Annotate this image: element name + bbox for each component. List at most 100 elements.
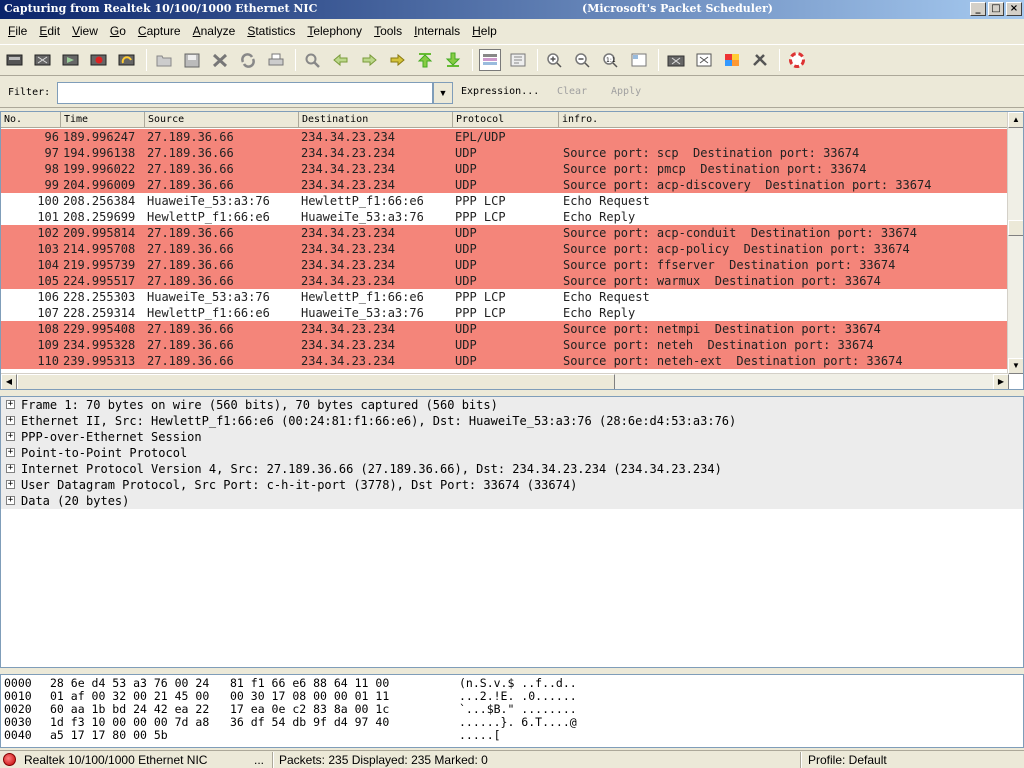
- zoom-in-icon[interactable]: [544, 49, 566, 71]
- detail-row-frame[interactable]: + Frame 1: 70 bytes on wire (560 bits), 7…: [1, 397, 1023, 413]
- packet-cell-no: 105: [37, 274, 59, 288]
- colorize-icon[interactable]: [479, 49, 501, 71]
- save-file-icon[interactable]: [181, 49, 203, 71]
- packet-list-vscrollbar[interactable]: ▲ ▼: [1007, 112, 1023, 374]
- packet-row[interactable]: 109 234.995328 27.189.36.66 234.34.23.234 UD…: [1, 337, 1009, 353]
- scroll-left-button[interactable]: ◀: [1, 374, 17, 389]
- close-file-icon[interactable]: [209, 49, 231, 71]
- column-header-destination[interactable]: Destination: [299, 112, 453, 128]
- expand-icon[interactable]: +: [6, 480, 15, 489]
- capture-status-icon[interactable]: [3, 753, 16, 766]
- expand-icon[interactable]: +: [6, 448, 15, 457]
- filter-dropdown-button[interactable]: ▼: [433, 82, 453, 104]
- detail-row-pppoe[interactable]: + PPP-over-Ethernet Session: [1, 429, 1023, 445]
- preferences-icon[interactable]: [749, 49, 771, 71]
- packet-row[interactable]: 98 199.996022 27.189.36.66 234.34.23.234 UDP…: [1, 161, 1009, 177]
- packet-row[interactable]: 103 214.995708 27.189.36.66 234.34.23.234 UD…: [1, 241, 1009, 257]
- go-forward-icon[interactable]: [358, 49, 380, 71]
- capture-filters-icon[interactable]: [665, 49, 687, 71]
- packet-row[interactable]: 97 194.996138 27.189.36.66 234.34.23.234 UDP…: [1, 145, 1009, 161]
- packet-row[interactable]: 105 224.995517 27.189.36.66 234.34.23.234 UD…: [1, 273, 1009, 289]
- column-header-protocol[interactable]: Protocol: [453, 112, 559, 128]
- apply-button[interactable]: Apply: [611, 86, 641, 97]
- status-ellipsis[interactable]: ...: [254, 753, 264, 767]
- scroll-down-button[interactable]: ▼: [1008, 358, 1023, 374]
- packet-row[interactable]: 99 204.996009 27.189.36.66 234.34.23.234 UDP…: [1, 177, 1009, 193]
- go-to-packet-icon[interactable]: [386, 49, 408, 71]
- packet-row[interactable]: 96 189.996247 27.189.36.66 234.34.23.234 EPL…: [1, 129, 1009, 145]
- reload-icon[interactable]: [237, 49, 259, 71]
- go-back-icon[interactable]: [330, 49, 352, 71]
- stop-capture-icon[interactable]: [88, 49, 110, 71]
- zoom-out-icon[interactable]: [572, 49, 594, 71]
- scroll-right-button[interactable]: ▶: [993, 374, 1009, 389]
- packet-list-hscrollbar[interactable]: ◀ ▶: [1, 373, 1009, 389]
- menu-statistics[interactable]: Statistics: [241, 24, 301, 38]
- menu-view[interactable]: View: [66, 24, 104, 38]
- packet-row[interactable]: 107 228.259314 HewlettP_f1:66:e6 HuaweiTe_5…: [1, 305, 1009, 321]
- minimize-button[interactable]: _: [970, 2, 986, 16]
- expand-icon[interactable]: +: [6, 400, 15, 409]
- column-header-time[interactable]: Time: [61, 112, 145, 128]
- expand-icon[interactable]: +: [6, 432, 15, 441]
- packet-cell-no: 98: [44, 162, 59, 176]
- scroll-up-button[interactable]: ▲: [1008, 112, 1023, 128]
- menu-edit[interactable]: Edit: [33, 24, 66, 38]
- display-filters-icon[interactable]: [693, 49, 715, 71]
- maximize-button[interactable]: □: [988, 2, 1004, 16]
- menu-help[interactable]: Help: [466, 24, 503, 38]
- column-header-source[interactable]: Source: [145, 112, 299, 128]
- menu-internals[interactable]: Internals: [408, 24, 466, 38]
- normal-size-icon[interactable]: 1:1: [600, 49, 622, 71]
- interface-list-icon[interactable]: [4, 49, 26, 71]
- hscroll-thumb[interactable]: [17, 374, 615, 389]
- packet-cell-time: 224.995517: [63, 274, 136, 288]
- expand-icon[interactable]: +: [6, 464, 15, 473]
- packet-row[interactable]: 102 209.995814 27.189.36.66 234.34.23.234 UD…: [1, 225, 1009, 241]
- restart-capture-icon[interactable]: [116, 49, 138, 71]
- detail-row-ipv4[interactable]: + Internet Protocol Version 4, Src: 27.18…: [1, 461, 1023, 477]
- coloring-rules-icon[interactable]: [721, 49, 743, 71]
- hex-dump[interactable]: 0000 28 6e d4 53 a3 76 00 24 81 f1 66 e6 …: [0, 674, 1024, 748]
- detail-row-udp[interactable]: + User Datagram Protocol, Src Port: c-h-i…: [1, 477, 1023, 493]
- filter-input[interactable]: [57, 82, 433, 104]
- clear-button[interactable]: Clear: [557, 86, 587, 97]
- packet-row[interactable]: 100 208.256384 HuaweiTe_53:a3:76 HewlettP_f…: [1, 193, 1009, 209]
- status-profile[interactable]: Profile: Default: [808, 753, 887, 767]
- detail-row-ppp[interactable]: + Point-to-Point Protocol: [1, 445, 1023, 461]
- close-button[interactable]: ×: [1006, 2, 1022, 16]
- packet-row[interactable]: 104 219.995739 27.189.36.66 234.34.23.234 UD…: [1, 257, 1009, 273]
- help-icon[interactable]: [786, 49, 808, 71]
- go-last-icon[interactable]: [442, 49, 464, 71]
- expression-button[interactable]: Expression...: [461, 86, 539, 97]
- packet-cell-dst: 234.34.23.234: [301, 258, 395, 272]
- column-header-info[interactable]: infro.: [559, 112, 1009, 128]
- menu-analyze[interactable]: Analyze: [187, 24, 242, 38]
- packet-row[interactable]: 108 229.995408 27.189.36.66 234.34.23.234 UD…: [1, 321, 1009, 337]
- expand-icon[interactable]: +: [6, 416, 15, 425]
- menu-capture[interactable]: Capture: [132, 24, 187, 38]
- menu-file[interactable]: File: [2, 24, 33, 38]
- open-file-icon[interactable]: [153, 49, 175, 71]
- column-header-no[interactable]: No.: [1, 112, 61, 128]
- detail-row-data[interactable]: + Data (20 bytes): [1, 493, 1023, 509]
- packet-cell-src: HewlettP_f1:66:e6: [147, 210, 270, 224]
- autoscroll-icon[interactable]: [507, 49, 529, 71]
- menu-telephony[interactable]: Telephony: [301, 24, 368, 38]
- resize-columns-icon[interactable]: [628, 49, 650, 71]
- scroll-thumb[interactable]: [1008, 220, 1023, 236]
- capture-options-icon[interactable]: [32, 49, 54, 71]
- expand-icon[interactable]: +: [6, 496, 15, 505]
- print-icon[interactable]: [265, 49, 287, 71]
- menu-tools[interactable]: Tools: [368, 24, 408, 38]
- start-capture-icon[interactable]: [60, 49, 82, 71]
- packet-row[interactable]: 101 208.259699 HewlettP_f1:66:e6 HuaweiTe_5…: [1, 209, 1009, 225]
- menu-go[interactable]: Go: [104, 24, 132, 38]
- packet-row[interactable]: 110 239.995313 27.189.36.66 234.34.23.234 UD…: [1, 353, 1009, 369]
- find-icon[interactable]: [302, 49, 324, 71]
- packet-cell-src: 27.189.36.66: [147, 322, 234, 336]
- packet-row[interactable]: 106 228.255303 HuaweiTe_53:a3:76 HewlettP_f…: [1, 289, 1009, 305]
- packet-cell-no: 107: [37, 306, 59, 320]
- detail-row-ethernet[interactable]: + Ethernet II, Src: HewlettP_f1:66:e6 (00…: [1, 413, 1023, 429]
- go-first-icon[interactable]: [414, 49, 436, 71]
